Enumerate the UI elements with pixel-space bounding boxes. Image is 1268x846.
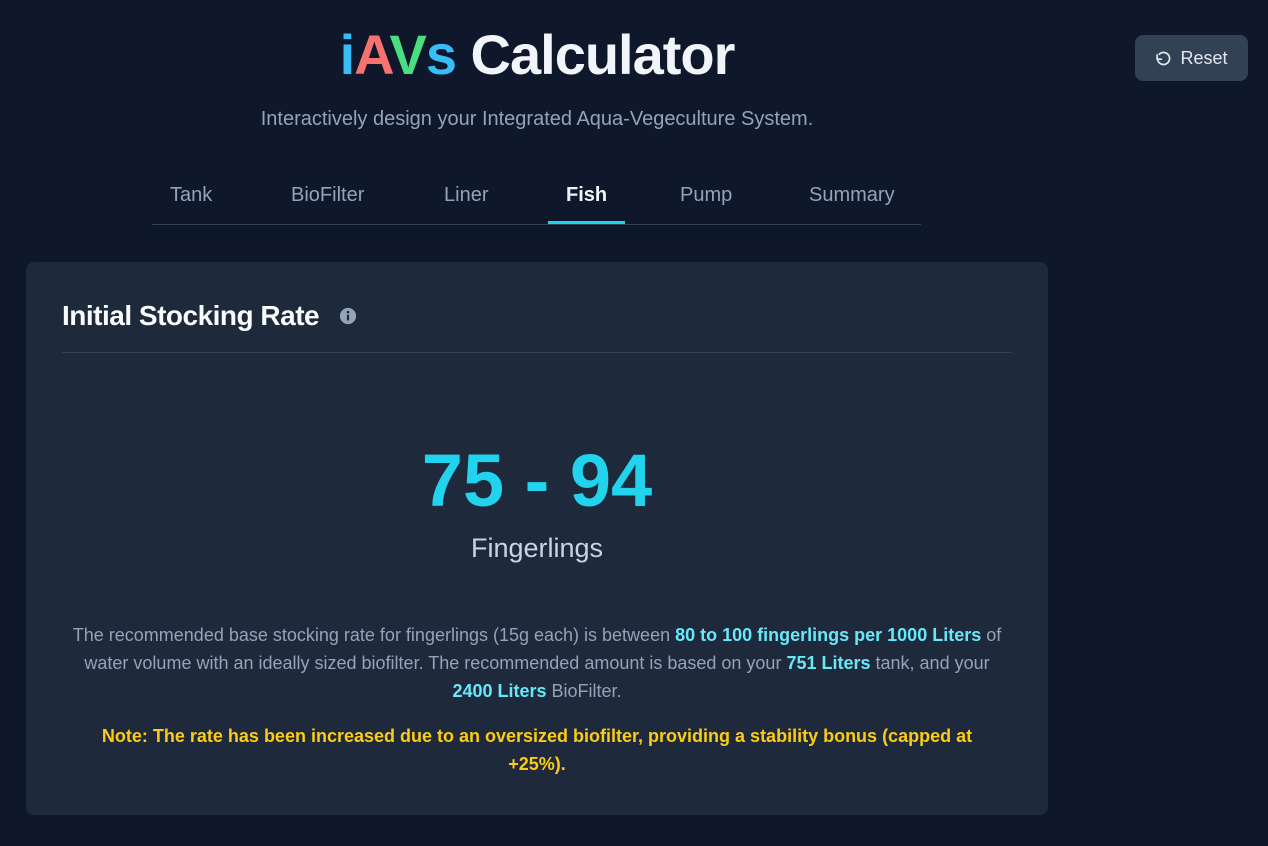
tab-liner[interactable]: Liner	[444, 184, 488, 207]
card-divider	[62, 352, 1012, 353]
title-letter-i: i	[339, 23, 356, 86]
tab-biofilter[interactable]: BioFilter	[291, 184, 364, 207]
title-letter-v: V	[389, 23, 426, 86]
tank-volume-highlight: 751 Liters	[786, 653, 871, 673]
reset-label: Reset	[1180, 47, 1228, 68]
tab-fish[interactable]: Fish	[566, 184, 607, 207]
tab-pump[interactable]: Pump	[680, 184, 732, 207]
card-title: Initial Stocking Rate	[62, 300, 320, 331]
app-title: iAVs Calculator	[0, 22, 1074, 87]
undo-icon	[1156, 51, 1171, 65]
info-icon[interactable]	[339, 307, 357, 325]
reset-button[interactable]: Reset	[1135, 35, 1248, 81]
title-letter-a: A	[354, 23, 390, 86]
description-text: BioFilter.	[546, 681, 622, 701]
biofilter-volume-highlight: 2400 Liters	[452, 681, 547, 701]
description-text: tank, and your	[870, 653, 990, 673]
base-rate-highlight: 80 to 100 fingerlings per 1000 Liters	[675, 625, 982, 645]
title-rest: Calculator	[455, 23, 736, 86]
stocking-rate-unit: Fingerlings	[470, 533, 604, 563]
tab-tank[interactable]: Tank	[170, 184, 212, 207]
stocking-description: The recommended base stocking rate for f…	[70, 621, 1004, 705]
stocking-rate-card: Initial Stocking Rate 75 - 94 Fingerling…	[26, 262, 1048, 815]
page-subtitle: Interactively design your Integrated Aqu…	[260, 108, 814, 130]
stability-bonus-note: Note: The rate has been increased due to…	[101, 726, 973, 774]
tab-bar: Tank BioFilter Liner Fish Pump Summary	[152, 172, 921, 225]
stocking-rate-value: 75 - 94	[421, 439, 653, 522]
active-tab-indicator	[548, 221, 625, 224]
title-letter-s: s	[425, 23, 457, 86]
tab-summary[interactable]: Summary	[809, 184, 895, 207]
description-text: The recommended base stocking rate for f…	[72, 625, 676, 645]
